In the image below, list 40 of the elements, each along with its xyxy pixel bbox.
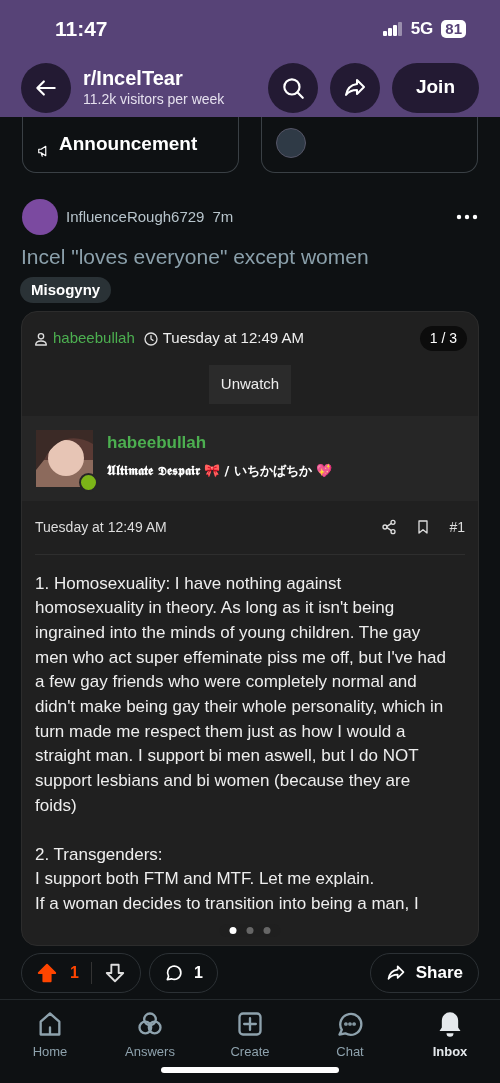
join-button[interactable]: Join: [391, 62, 479, 113]
upvote-icon[interactable]: [36, 961, 58, 984]
status-time: 11:47: [55, 16, 108, 43]
share-icon[interactable]: [381, 519, 398, 535]
battery-level: 81: [441, 20, 466, 38]
thread-date: Tuesday at 12:49 AM: [162, 328, 304, 349]
visitor-count: 11.2k visitors per week: [83, 91, 226, 109]
profile-tagline: 𝖀𝖑𝖙𝖎𝖒𝖆𝖙𝖊 𝕯𝖊𝖘𝖕𝖆𝖎𝖗 🎀 / いちかばちか 💖: [107, 462, 333, 480]
avatar: [276, 128, 306, 158]
vote-count: 1: [70, 962, 79, 983]
post-number: #1: [449, 517, 465, 537]
downvote-icon[interactable]: [103, 961, 126, 984]
page-counter: 1 / 3: [419, 326, 467, 351]
post-image[interactable]: [21, 311, 479, 946]
nav-tab[interactable]: Answers: [100, 1009, 200, 1062]
clock-icon: [142, 330, 159, 347]
thread-author: habeebullah: [53, 328, 135, 349]
flair-tag: Misogyny: [20, 276, 112, 303]
signal-icon: [382, 22, 403, 36]
post-paragraph: 2. Transgenders: I support both FTM and MTF. Let me explain. If a woman decides to transition into being a man, I: [35, 843, 420, 915]
back-button[interactable]: [21, 62, 71, 113]
unwatch-button[interactable]: Unwatch: [208, 365, 292, 404]
post-title: Incel "loves everyone" except women: [21, 244, 370, 270]
card-label: Announcement: [59, 131, 198, 156]
avatar: [22, 199, 58, 235]
nav-tab[interactable]: Home: [0, 1009, 100, 1062]
nav-tab[interactable]: Create: [200, 1009, 300, 1062]
plus-square-icon: [236, 1009, 264, 1038]
subreddit-name: r/IncelTear: [83, 66, 184, 92]
more-icon[interactable]: [456, 214, 478, 220]
author-name: InfluenceRough6729: [66, 206, 205, 227]
nav-tab[interactable]: Chat: [300, 1009, 400, 1062]
post-age: 7m: [212, 206, 234, 227]
network-label: 5G: [410, 18, 434, 41]
user-icon: [33, 330, 49, 347]
post-date: Tuesday at 12:49 AM: [35, 517, 168, 537]
profile-name: habeebullah: [107, 431, 208, 454]
pinned-card[interactable]: Announcement: [22, 117, 239, 173]
nav-tab[interactable]: Inbox: [400, 1009, 500, 1062]
post-paragraph: 1. Homosexuality: I have nothing against homosexuality in theory. As long as it isn't being ingrained into the minds of young children. The gay men who act super effeminate piss me off, but I've had a few gay friends who were completely normal and didn't make being gay their whole personality, which in turn made me respect them just as how I would a straight man. I support bi men aswell, but I do NOT support lesbians and bi women (because they are foids): [35, 572, 447, 817]
